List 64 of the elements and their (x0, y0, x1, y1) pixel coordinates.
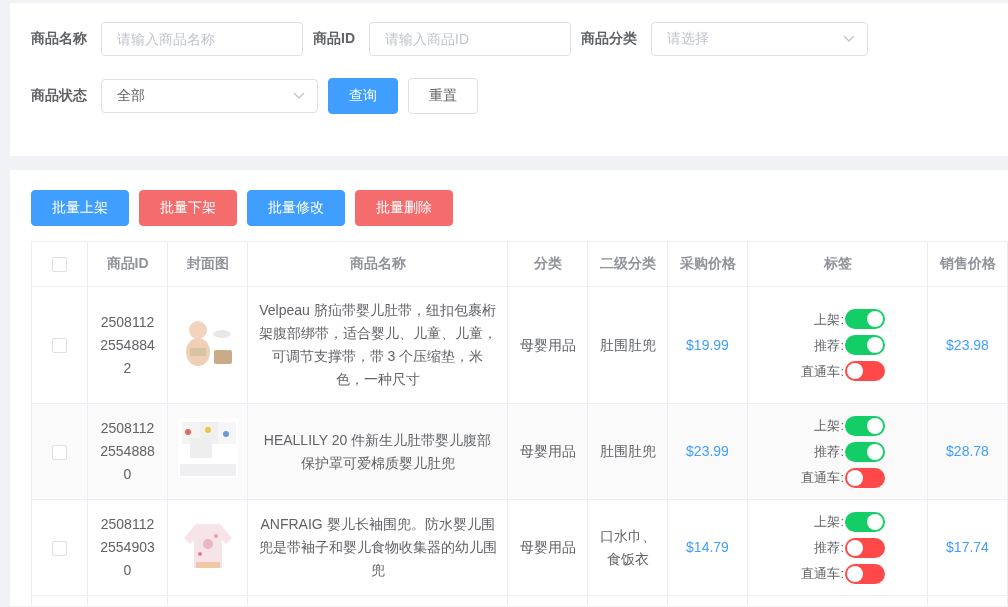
table-cell: $23.98 (927, 286, 1008, 404)
field-label: 商品ID (313, 30, 355, 48)
table-cell: 2508112 2554884 2 (87, 286, 168, 404)
table-cell: 肚围肚兜 (587, 286, 668, 404)
toggle-switch[interactable] (845, 467, 885, 488)
column-header: 二级分类 (587, 241, 668, 287)
tag-label: 直通车: (801, 469, 844, 487)
tag-label: 直通车: (801, 565, 844, 583)
toggle-switch[interactable] (845, 537, 885, 558)
checkbox[interactable] (52, 540, 67, 556)
column-header: 分类 (507, 241, 588, 287)
tag-label: 推荐: (814, 443, 844, 461)
reset-button[interactable]: 重置 (408, 78, 478, 114)
column-header: 采购价格 (667, 241, 748, 287)
search-button[interactable]: 查询 (328, 78, 398, 114)
checkbox[interactable] (52, 338, 67, 354)
batch-button[interactable]: 批量下架 (139, 190, 237, 226)
tag-label: 上架: (814, 310, 844, 329)
field-label: 商品状态 (31, 87, 87, 105)
field-label: 商品分类 (581, 30, 637, 48)
checkbox[interactable] (52, 444, 67, 460)
table-cell: HEALLILY 20 件新生儿肚带婴儿腹部保护罩可爱棉质婴儿肚兜 (247, 403, 508, 500)
checkbox[interactable] (52, 257, 67, 273)
tag-label: 上架: (814, 513, 844, 531)
toggle-switch[interactable] (845, 511, 885, 532)
table-cell: 口水巾、食饭衣 (587, 499, 668, 596)
table-cell: 母婴用品 (507, 403, 588, 500)
input-field[interactable]: 请输入商品名称 (101, 22, 303, 56)
toggle-switch[interactable] (845, 563, 885, 584)
batch-button[interactable]: 批量上架 (31, 190, 129, 226)
table-cell: $14.79 (667, 499, 748, 596)
input-field[interactable]: 请输入商品ID (369, 22, 571, 56)
table-cell: 2508112 2554888 0 (87, 403, 168, 500)
chevron-down-icon (293, 92, 305, 100)
column-header: 销售价格 (927, 241, 1008, 287)
select-field[interactable]: 全部 (101, 79, 318, 113)
batch-button[interactable]: 批量删除 (355, 190, 453, 226)
column-header: 标签 (747, 241, 928, 287)
toggle-switch[interactable] (845, 441, 885, 462)
tag-label: 直通车: (801, 362, 844, 381)
toggle-switch[interactable] (845, 335, 885, 355)
column-header: 封面图 (167, 241, 248, 287)
toggle-switch[interactable] (845, 309, 885, 329)
table-cell: $23.99 (667, 403, 748, 500)
column-header: 商品ID (87, 241, 168, 287)
table-cell: Velpeau 脐疝带婴儿肚带，纽扣包裹桁架腹部绑带，适合婴儿、儿童、儿童，可调节支撑带，带 3 个压缩垫，米色，一种尺寸 (247, 286, 508, 404)
select-field[interactable]: 请选择 (651, 22, 868, 56)
tag-label: 上架: (814, 417, 844, 435)
tag-label: 推荐: (814, 539, 844, 557)
table-cell: 母婴用品 (507, 499, 588, 596)
table-cell: $17.74 (927, 499, 1008, 596)
column-header: 商品名称 (247, 241, 508, 287)
chevron-down-icon (843, 35, 855, 43)
table-cell: $19.99 (667, 286, 748, 404)
batch-button[interactable]: 批量修改 (247, 190, 345, 226)
table-cell: $28.78 (927, 403, 1008, 500)
table-cell: 2508112 2554903 0 (87, 499, 168, 596)
tag-label: 推荐: (814, 336, 844, 355)
toggle-switch[interactable] (845, 415, 885, 436)
field-label: 商品名称 (31, 30, 87, 48)
table-cell: 肚围肚兜 (587, 403, 668, 500)
table-cell: 母婴用品 (507, 286, 588, 404)
toggle-switch[interactable] (845, 361, 885, 381)
table-cell: ANFRAIG 婴儿长袖围兜。防水婴儿围兜是带袖子和婴儿食物收集器的幼儿围兜 (247, 499, 508, 596)
